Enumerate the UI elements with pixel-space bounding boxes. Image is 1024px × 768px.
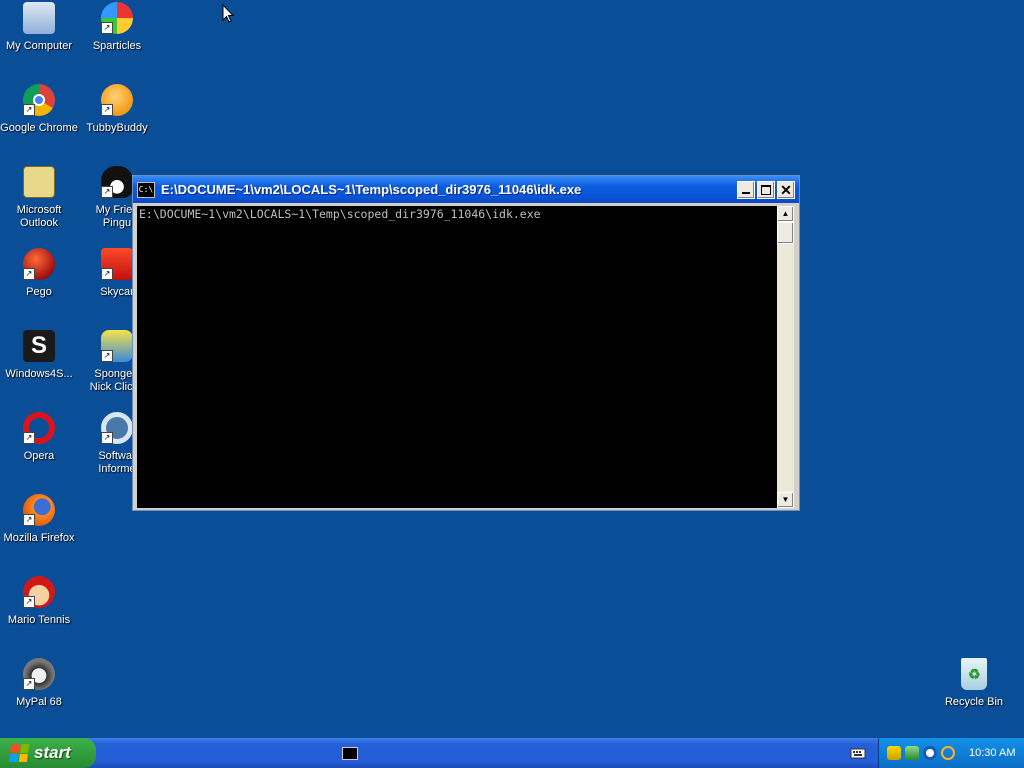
mouse-cursor-icon: [222, 4, 234, 23]
desktop-icon-microsoft-outlook[interactable]: Microsoft Outlook: [0, 166, 78, 230]
mario-tennis-icon: ↗: [23, 576, 55, 608]
desktop-icon-google-chrome[interactable]: ↗ Google Chrome: [0, 84, 78, 135]
desktop-icon-mozilla-firefox[interactable]: ↗ Mozilla Firefox: [0, 494, 78, 545]
opera-icon: ↗: [23, 412, 55, 444]
desktop-icon-label: Opera: [23, 450, 55, 462]
search-icon[interactable]: [941, 746, 955, 760]
console-text: E:\DOCUME~1\vm2\LOCALS~1\Temp\scoped_dir…: [139, 207, 541, 221]
desktop-icon-label: Pego: [26, 286, 52, 298]
maximize-button[interactable]: [757, 180, 775, 199]
window-titlebar[interactable]: C:\ E:\DOCUME~1\vm2\LOCALS~1\Temp\scoped…: [133, 176, 799, 203]
sparticles-icon: ↗: [101, 2, 133, 34]
keyboard-language-icon[interactable]: [850, 746, 866, 760]
scroll-thumb[interactable]: [777, 222, 794, 244]
windows-logo-icon: [8, 744, 30, 762]
chrome-icon: ↗: [23, 84, 55, 116]
desktop-icon-mario-tennis[interactable]: ↗ Mario Tennis: [0, 576, 78, 627]
desktop-icon-label: Microsoft Outlook: [16, 204, 62, 229]
desktop-icon-recycle-bin[interactable]: ♻ Recycle Bin: [935, 658, 1013, 709]
system-tray: 10:30 AM: [878, 738, 1024, 768]
my-computer-icon: [23, 2, 55, 34]
desktop-icon-label: My Computer: [5, 40, 73, 52]
tubbybuddy-icon: ↗: [101, 84, 133, 116]
mypal-icon: ↗: [23, 658, 55, 690]
close-button[interactable]: ✕: [777, 180, 795, 199]
desktop-icon-mypal[interactable]: ↗ MyPal 68: [0, 658, 78, 709]
recycle-bin-icon: ♻: [961, 658, 987, 690]
desktop-icon-opera[interactable]: ↗ Opera: [0, 412, 78, 463]
pego-icon: ↗: [23, 248, 55, 280]
console-window[interactable]: C:\ E:\DOCUME~1\vm2\LOCALS~1\Temp\scoped…: [132, 175, 800, 511]
desktop-icon-sparticles[interactable]: ↗ Sparticles: [78, 2, 156, 53]
console-app-icon[interactable]: C:\: [137, 181, 155, 198]
pingu-icon: ↗: [101, 166, 133, 198]
firefox-icon: ↗: [23, 494, 55, 526]
desktop-icon-label: TubbyBuddy: [86, 122, 148, 134]
start-button[interactable]: start: [0, 738, 96, 768]
skycar-icon: ↗: [101, 248, 133, 280]
security-shield-icon[interactable]: [887, 746, 901, 760]
desktop-icon-label: Mario Tennis: [7, 614, 71, 626]
desktop-icon-label: Windows4S...: [5, 368, 73, 380]
desktop-icon-pego[interactable]: ↗ Pego: [0, 248, 78, 299]
vertical-scrollbar[interactable]: ▲ ▼: [777, 206, 794, 508]
desktop-icon-my-computer[interactable]: My Computer: [0, 2, 78, 53]
desktop-icon-tubbybuddy[interactable]: ↗ TubbyBuddy: [78, 84, 156, 135]
scroll-down-arrow-icon[interactable]: ▼: [777, 492, 794, 508]
software-informer-tray-icon[interactable]: [923, 746, 937, 760]
spongebob-icon: ↗: [101, 330, 133, 362]
desktop-icon-label: Mozilla Firefox: [3, 532, 75, 544]
taskbar-item-console[interactable]: [338, 742, 362, 764]
outlook-icon: [23, 166, 55, 198]
start-label: start: [34, 743, 71, 762]
console-taskbar-icon: [342, 747, 358, 760]
window-title: E:\DOCUME~1\vm2\LOCALS~1\Temp\scoped_dir…: [161, 182, 582, 197]
console-output[interactable]: E:\DOCUME~1\vm2\LOCALS~1\Temp\scoped_dir…: [137, 206, 777, 508]
desktop-icon-label: Google Chrome: [0, 122, 78, 134]
desktop-icon-label: MyPal 68: [16, 696, 62, 708]
software-informer-icon: ↗: [101, 412, 133, 444]
taskbar: start 10:30 AM: [0, 738, 1024, 768]
desktop-icon-label: Sparticles: [92, 40, 142, 52]
desktop-icon-label: Recycle Bin: [944, 696, 1004, 708]
minimize-button[interactable]: [737, 180, 755, 199]
network-icon[interactable]: [905, 746, 919, 760]
clock[interactable]: 10:30 AM: [969, 747, 1015, 759]
desktop-icon-windows4s[interactable]: S Windows4S...: [0, 330, 78, 381]
scroll-up-arrow-icon[interactable]: ▲: [777, 206, 794, 222]
windows4s-icon: S: [23, 330, 55, 362]
